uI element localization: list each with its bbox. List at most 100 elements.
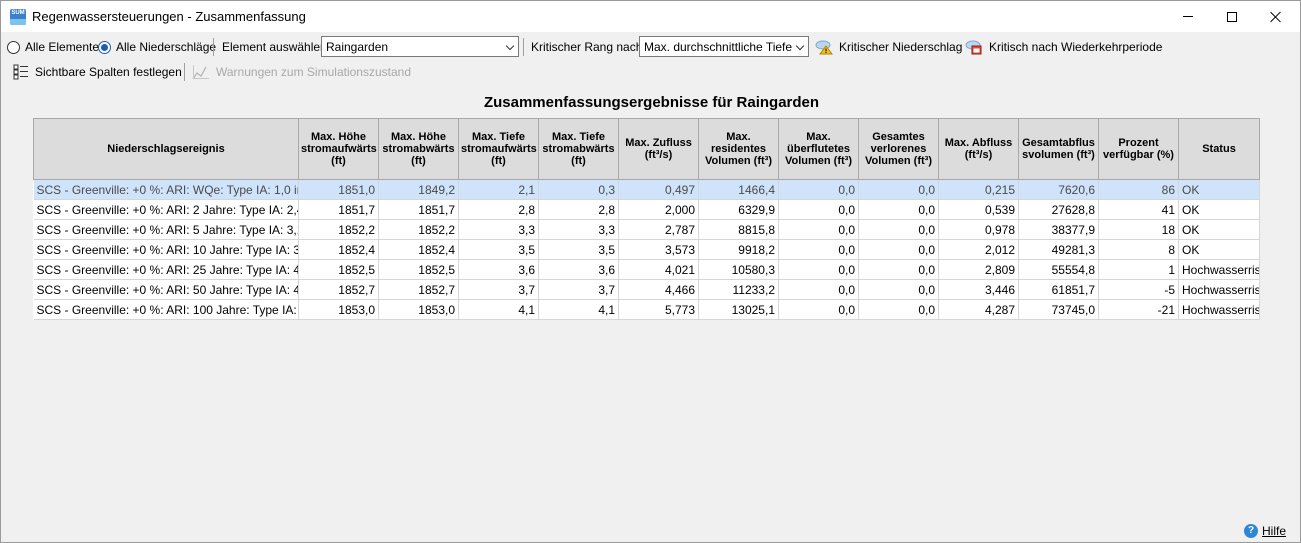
column-header[interactable]: Gesamtabflus svolumen (ft³): [1018, 118, 1099, 180]
critical-return-period-button[interactable]: Kritisch nach Wiederkehrperiode: [965, 35, 1162, 59]
table-cell: 9918,2: [698, 239, 779, 260]
minimize-button[interactable]: [1165, 1, 1211, 32]
help-link[interactable]: ? Hilfe: [1244, 524, 1286, 538]
table-cell: 3,3: [458, 219, 539, 240]
critical-rank-label: Kritischer Rang nach:: [531, 40, 646, 54]
table-cell: 1849,2: [378, 179, 459, 200]
table-cell: 0,0: [858, 279, 939, 300]
table-cell: 49281,3: [1018, 239, 1099, 260]
table-cell: -5: [1098, 279, 1179, 300]
results-heading: Zusammenfassungsergebnisse für Raingarde…: [483, 94, 820, 111]
table-row[interactable]: SCS - Greenville: +0 %: ARI: 25 Jahre: T…: [33, 259, 1260, 280]
maximize-button[interactable]: [1209, 1, 1255, 32]
help-label: Hilfe: [1262, 524, 1287, 538]
column-header[interactable]: Max. Abfluss (ft³/s): [938, 118, 1019, 180]
table-cell: 4,021: [618, 259, 699, 280]
toolbar-separator: [184, 63, 185, 81]
table-cell: 1: [1098, 259, 1179, 280]
column-header[interactable]: Max. Tiefe stromabwärts (ft): [538, 118, 619, 180]
table-cell: 0,0: [778, 219, 859, 240]
table-cell: 0,539: [938, 199, 1019, 220]
column-header[interactable]: Max. Zufluss (ft³/s): [618, 118, 699, 180]
table-cell: 0,0: [778, 259, 859, 280]
table-row[interactable]: SCS - Greenville: +0 %: ARI: 100 Jahre: …: [33, 299, 1260, 320]
table-cell: 2,809: [938, 259, 1019, 280]
table-cell: 1853,0: [378, 299, 459, 320]
column-header[interactable]: Prozent verfügbar (%): [1098, 118, 1179, 180]
table-cell: 4,466: [618, 279, 699, 300]
radio-all-precipitation[interactable]: Alle Niederschläge: [98, 35, 216, 59]
element-select-dropdown[interactable]: Raingarden: [321, 36, 519, 57]
column-header[interactable]: Max. Höhe stromabwärts (ft): [378, 118, 459, 180]
column-header[interactable]: Max. Höhe stromaufwärts (ft): [298, 118, 379, 180]
app-icon-wave: [10, 19, 26, 25]
table-cell: 5,773: [618, 299, 699, 320]
table-cell: SCS - Greenville: +0 %: ARI: 25 Jahre: T…: [33, 259, 299, 280]
table-cell: 4,1: [538, 299, 619, 320]
table-cell: 3,6: [538, 259, 619, 280]
table-cell: 0,0: [858, 299, 939, 320]
table-cell: 0,0: [778, 279, 859, 300]
chevron-down-icon: [795, 41, 805, 51]
column-header[interactable]: Gesamtes verlorenes Volumen (ft³): [858, 118, 939, 180]
window-title: Regenwassersteuerungen - Zusammenfassung: [32, 9, 306, 24]
visible-columns-button[interactable]: Sichtbare Spalten festlegen: [13, 61, 182, 83]
table-row[interactable]: SCS - Greenville: +0 %: ARI: 2 Jahre: Ty…: [33, 199, 1260, 220]
critical-rank-dropdown[interactable]: Max. durchschnittliche Tiefe: [639, 36, 809, 57]
table-cell: 2,000: [618, 199, 699, 220]
column-header[interactable]: Niederschlagsereignis: [33, 118, 299, 180]
table-cell: 0,0: [858, 239, 939, 260]
rain-cloud-warning-icon: [815, 39, 833, 55]
table-cell: 3,5: [458, 239, 539, 260]
table-row[interactable]: SCS - Greenville: +0 %: ARI: 50 Jahre: T…: [33, 279, 1260, 300]
table-cell: 18: [1098, 219, 1179, 240]
table-cell: 1852,2: [378, 219, 459, 240]
table-cell: 0,0: [858, 259, 939, 280]
radio-all-precipitation-circle[interactable]: [98, 40, 111, 54]
visible-columns-label: Sichtbare Spalten festlegen: [35, 65, 182, 79]
table-cell: -21: [1098, 299, 1179, 320]
radio-all-elements-circle[interactable]: [7, 40, 20, 54]
close-button[interactable]: [1253, 1, 1299, 32]
table-cell: 8815,8: [698, 219, 779, 240]
critical-return-period-label: Kritisch nach Wiederkehrperiode: [989, 40, 1163, 54]
table-cell: 8: [1098, 239, 1179, 260]
column-header[interactable]: Max. residentes Volumen (ft³): [698, 118, 779, 180]
table-cell: 73745,0: [1018, 299, 1099, 320]
table-cell: OK: [1178, 239, 1260, 260]
table-cell: 2,8: [538, 199, 619, 220]
radio-all-elements[interactable]: Alle Elemente: [7, 35, 99, 59]
table-cell: 1852,4: [298, 239, 379, 260]
table-cell: 3,6: [458, 259, 539, 280]
table-cell: 1851,7: [378, 199, 459, 220]
table-row[interactable]: SCS - Greenville: +0 %: ARI: WQe: Type I…: [33, 179, 1260, 200]
table-cell: 2,1: [458, 179, 539, 200]
toolbar-row-1: Alle Elemente Alle Niederschläge Element…: [1, 35, 1300, 59]
simulation-warnings-button[interactable]: Warnungen zum Simulationszustand: [192, 61, 411, 83]
table-cell: 3,7: [538, 279, 619, 300]
table-row[interactable]: SCS - Greenville: +0 %: ARI: 10 Jahre: T…: [33, 239, 1260, 260]
element-select-label: Element auswählen: [222, 40, 327, 54]
table-cell: Hochwasserrisiko: [1178, 279, 1260, 300]
toolbar-separator: [523, 38, 524, 56]
results-table: Niederschlagsereignis Max. Höhe stromaufw…: [33, 118, 1260, 320]
table-cell: OK: [1178, 179, 1260, 200]
critical-precipitation-button[interactable]: Kritischer Niederschlag: [815, 35, 962, 59]
table-row[interactable]: SCS - Greenville: +0 %: ARI: 5 Jahre: Ty…: [33, 219, 1260, 240]
radio-all-precipitation-label: Alle Niederschläge: [116, 40, 217, 54]
critical-rank-value: Max. durchschnittliche Tiefe: [644, 39, 793, 54]
column-header[interactable]: Max. überflutetes Volumen (ft³): [778, 118, 859, 180]
columns-checklist-icon: [13, 64, 29, 80]
table-cell: 1852,4: [378, 239, 459, 260]
column-header[interactable]: Max. Tiefe stromaufwärts (ft): [458, 118, 539, 180]
table-cell: Hochwasserrisiko: [1178, 259, 1260, 280]
column-header[interactable]: Status: [1178, 118, 1260, 180]
table-cell: 6329,9: [698, 199, 779, 220]
close-icon: [1270, 11, 1282, 23]
table-cell: 0,0: [778, 299, 859, 320]
table-cell: SCS - Greenville: +0 %: ARI: 100 Jahre: …: [33, 299, 299, 320]
minimize-icon: [1183, 16, 1193, 17]
table-cell: 0,0: [858, 199, 939, 220]
title-bar: SUM Regenwassersteuerungen - Zusammenfas…: [1, 1, 1300, 32]
chevron-down-icon: [505, 41, 515, 51]
